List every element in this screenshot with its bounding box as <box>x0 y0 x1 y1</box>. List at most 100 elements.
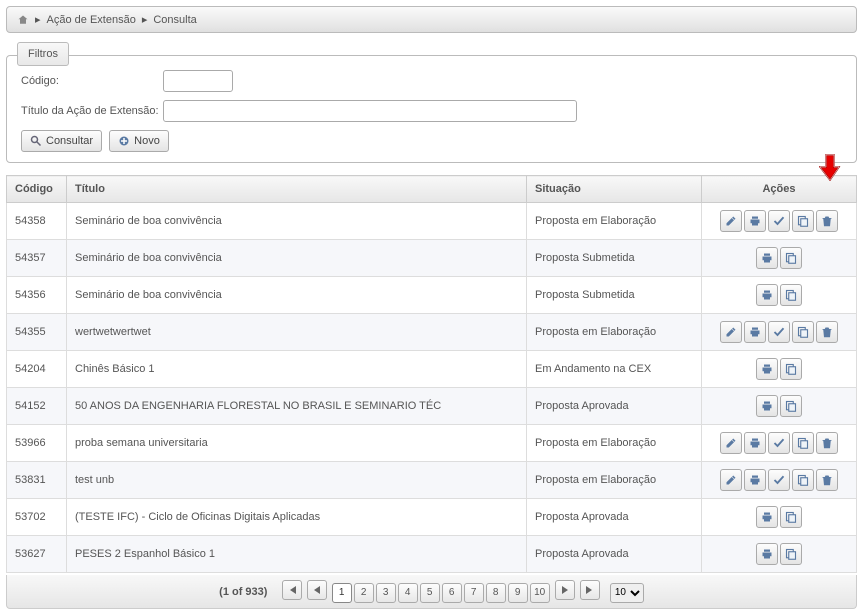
cell-titulo: Seminário de boa convivência <box>67 277 527 314</box>
print-button[interactable] <box>756 543 778 565</box>
copy-button[interactable] <box>792 432 814 454</box>
breadcrumb-lvl1[interactable]: Ação de Extensão <box>47 14 136 26</box>
check-button[interactable] <box>768 210 790 232</box>
col-situacao[interactable]: Situação <box>527 176 702 203</box>
check-button[interactable] <box>768 321 790 343</box>
cell-titulo: 50 ANOS DA ENGENHARIA FLORESTAL NO BRASI… <box>67 388 527 425</box>
home-icon[interactable] <box>17 14 29 26</box>
copy-icon <box>785 400 797 412</box>
page-2-button[interactable]: 2 <box>354 583 374 603</box>
cell-acoes <box>702 462 857 499</box>
cell-situacao: Em Andamento na CEX <box>527 351 702 388</box>
cell-codigo: 54358 <box>7 203 67 240</box>
cell-acoes <box>702 277 857 314</box>
consultar-button[interactable]: Consultar <box>21 130 102 152</box>
page-size-select[interactable]: 10 <box>610 583 644 603</box>
table-row: 53627PESES 2 Espanhol Básico 1Proposta A… <box>7 536 857 573</box>
titulo-input[interactable] <box>163 100 577 122</box>
codigo-input[interactable] <box>163 70 233 92</box>
copy-icon <box>797 437 809 449</box>
page-1-button[interactable]: 1 <box>332 583 352 603</box>
cell-situacao: Proposta Aprovada <box>527 388 702 425</box>
page-first-button[interactable] <box>282 580 302 600</box>
page-10-button[interactable]: 10 <box>530 583 550 603</box>
trash-button[interactable] <box>816 432 838 454</box>
print-button[interactable] <box>756 247 778 269</box>
page-7-button[interactable]: 7 <box>464 583 484 603</box>
cell-titulo: Chinês Básico 1 <box>67 351 527 388</box>
print-button[interactable] <box>756 395 778 417</box>
page-5-button[interactable]: 5 <box>420 583 440 603</box>
page-prev-button[interactable] <box>307 580 327 600</box>
cell-acoes <box>702 388 857 425</box>
trash-button[interactable] <box>816 321 838 343</box>
cell-situacao: Proposta Submetida <box>527 240 702 277</box>
print-button[interactable] <box>756 284 778 306</box>
trash-icon <box>821 326 833 338</box>
edit-button[interactable] <box>720 210 742 232</box>
page-next-button[interactable] <box>555 580 575 600</box>
arrow-indicator-icon <box>819 153 841 181</box>
cell-situacao: Proposta Submetida <box>527 277 702 314</box>
copy-button[interactable] <box>780 506 802 528</box>
edit-button[interactable] <box>720 469 742 491</box>
table-row: 54358Seminário de boa convivênciaPropost… <box>7 203 857 240</box>
cell-titulo: wertwetwertwet <box>67 314 527 351</box>
edit-button[interactable] <box>720 432 742 454</box>
cell-situacao: Proposta em Elaboração <box>527 314 702 351</box>
breadcrumb-lvl2: Consulta <box>153 14 196 26</box>
novo-button[interactable]: Novo <box>109 130 169 152</box>
copy-icon <box>785 511 797 523</box>
copy-button[interactable] <box>780 395 802 417</box>
edit-icon <box>725 474 737 486</box>
print-button[interactable] <box>744 210 766 232</box>
col-codigo[interactable]: Código <box>7 176 67 203</box>
page-6-button[interactable]: 6 <box>442 583 462 603</box>
trash-icon <box>821 215 833 227</box>
table-header-row: Código Título Situação Ações <box>7 176 857 203</box>
copy-button[interactable] <box>780 358 802 380</box>
plus-icon <box>118 135 130 147</box>
check-icon <box>773 437 785 449</box>
copy-button[interactable] <box>780 543 802 565</box>
copy-button[interactable] <box>780 284 802 306</box>
cell-acoes <box>702 351 857 388</box>
page-4-button[interactable]: 4 <box>398 583 418 603</box>
print-button[interactable] <box>744 321 766 343</box>
trash-button[interactable] <box>816 469 838 491</box>
print-icon <box>761 511 773 523</box>
copy-button[interactable] <box>792 321 814 343</box>
cell-codigo: 54204 <box>7 351 67 388</box>
breadcrumb: ▸ Ação de Extensão ▸ Consulta <box>6 6 857 33</box>
cell-situacao: Proposta em Elaboração <box>527 462 702 499</box>
copy-button[interactable] <box>780 247 802 269</box>
cell-acoes <box>702 536 857 573</box>
trash-button[interactable] <box>816 210 838 232</box>
check-icon <box>773 326 785 338</box>
cell-codigo: 53831 <box>7 462 67 499</box>
page-9-button[interactable]: 9 <box>508 583 528 603</box>
trash-icon <box>821 437 833 449</box>
copy-button[interactable] <box>792 210 814 232</box>
page-last-button[interactable] <box>580 580 600 600</box>
check-button[interactable] <box>768 432 790 454</box>
cell-codigo: 53627 <box>7 536 67 573</box>
print-button[interactable] <box>756 506 778 528</box>
print-button[interactable] <box>744 432 766 454</box>
print-icon <box>749 474 761 486</box>
copy-icon <box>797 326 809 338</box>
filters-legend: Filtros <box>17 42 69 66</box>
copy-icon <box>785 548 797 560</box>
copy-button[interactable] <box>792 469 814 491</box>
edit-button[interactable] <box>720 321 742 343</box>
print-button[interactable] <box>756 358 778 380</box>
page-3-button[interactable]: 3 <box>376 583 396 603</box>
table-row: 54204Chinês Básico 1Em Andamento na CEX <box>7 351 857 388</box>
check-button[interactable] <box>768 469 790 491</box>
page-8-button[interactable]: 8 <box>486 583 506 603</box>
col-titulo[interactable]: Título <box>67 176 527 203</box>
table-row: 53966proba semana universitariaProposta … <box>7 425 857 462</box>
print-icon <box>749 437 761 449</box>
print-button[interactable] <box>744 469 766 491</box>
trash-icon <box>821 474 833 486</box>
